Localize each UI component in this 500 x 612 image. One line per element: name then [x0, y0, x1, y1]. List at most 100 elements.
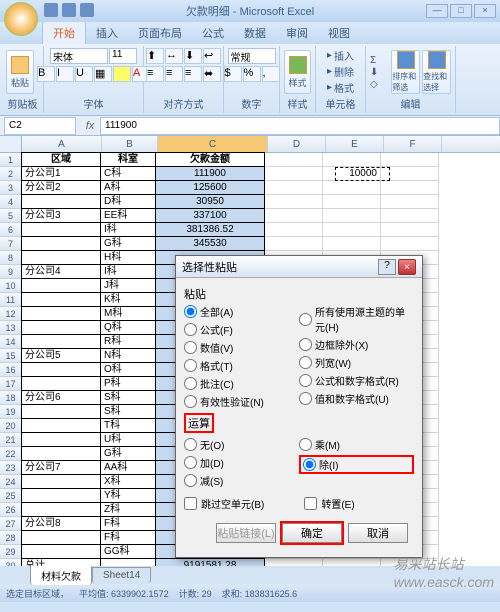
op-radio[interactable]: 减(S): [184, 473, 299, 488]
cell[interactable]: [323, 153, 381, 167]
sheet-tab-1[interactable]: 材料欠款: [30, 565, 92, 585]
paste-radio[interactable]: 数值(V): [184, 340, 299, 355]
col-header-e[interactable]: E: [326, 136, 384, 152]
cell[interactable]: 总计: [21, 558, 101, 566]
row-header[interactable]: 9: [0, 265, 22, 279]
row-header[interactable]: 7: [0, 237, 22, 251]
cell[interactable]: 分公司5: [21, 348, 101, 363]
row-header[interactable]: 6: [0, 223, 22, 237]
row-header[interactable]: 24: [0, 475, 22, 489]
cell[interactable]: Y科: [100, 488, 156, 503]
cell[interactable]: F科: [100, 530, 156, 545]
cell[interactable]: S科: [100, 404, 156, 419]
cell[interactable]: Z科: [100, 502, 156, 517]
cell[interactable]: I科: [100, 222, 156, 237]
row-header[interactable]: 30: [0, 559, 22, 566]
cell[interactable]: G科: [100, 236, 156, 251]
sum-button[interactable]: Σ: [370, 55, 389, 66]
row-header[interactable]: 10: [0, 279, 22, 293]
cancel-button[interactable]: 取消: [348, 523, 408, 543]
paste-radio[interactable]: 所有使用源主题的单元(H): [299, 304, 414, 334]
cell[interactable]: 分公司8: [21, 516, 101, 531]
col-header-d[interactable]: D: [268, 136, 326, 152]
cell[interactable]: [381, 223, 439, 237]
row-header[interactable]: 5: [0, 209, 22, 223]
cell[interactable]: 9191581.28: [155, 558, 265, 566]
row-header[interactable]: 11: [0, 293, 22, 307]
cell[interactable]: F科: [100, 516, 156, 531]
redo-icon[interactable]: [80, 3, 94, 17]
cell[interactable]: U科: [100, 432, 156, 447]
formula-input[interactable]: 111900: [100, 117, 500, 135]
row-header[interactable]: 19: [0, 405, 22, 419]
save-icon[interactable]: [44, 3, 58, 17]
align-left-button[interactable]: ≡: [146, 66, 164, 82]
cell[interactable]: P科: [100, 376, 156, 391]
align-mid-button[interactable]: ↔: [165, 48, 183, 64]
cell[interactable]: G科: [100, 446, 156, 461]
paste-radio[interactable]: 有效性验证(N): [184, 394, 299, 409]
office-button[interactable]: [4, 2, 38, 36]
paste-radio[interactable]: 公式(F): [184, 322, 299, 337]
row-header[interactable]: 22: [0, 447, 22, 461]
cell[interactable]: [265, 559, 323, 566]
align-right-button[interactable]: ≡: [184, 66, 202, 82]
transpose-checkbox[interactable]: 转置(E): [304, 496, 354, 511]
fill-down-button[interactable]: ⬇: [370, 67, 389, 78]
row-header[interactable]: 4: [0, 195, 22, 209]
wrap-button[interactable]: ↩: [203, 48, 221, 64]
cell[interactable]: 分公司7: [21, 460, 101, 475]
minimize-button[interactable]: —: [426, 4, 448, 18]
dialog-help-button[interactable]: ?: [378, 259, 396, 275]
cell[interactable]: A科: [100, 180, 156, 195]
tab-home[interactable]: 开始: [42, 21, 86, 44]
cell[interactable]: [21, 446, 101, 461]
row-header[interactable]: 14: [0, 335, 22, 349]
cell[interactable]: [21, 530, 101, 545]
cell[interactable]: 科室: [100, 152, 156, 167]
cell[interactable]: [323, 181, 381, 195]
dialog-close-button[interactable]: ×: [398, 259, 416, 275]
op-radio[interactable]: 加(D): [184, 455, 299, 470]
cell[interactable]: [265, 237, 323, 251]
cell[interactable]: [21, 306, 101, 321]
cell[interactable]: J科: [100, 278, 156, 293]
paste-link-button[interactable]: 粘贴链接(L): [216, 523, 276, 543]
row-header[interactable]: 17: [0, 377, 22, 391]
skip-blanks-checkbox[interactable]: 跳过空单元(B): [184, 496, 264, 511]
op-radio[interactable]: 乘(M): [299, 437, 414, 452]
cell[interactable]: [323, 195, 381, 209]
tab-insert[interactable]: 插入: [86, 22, 128, 44]
cell[interactable]: [21, 502, 101, 517]
cell[interactable]: D科: [100, 194, 156, 209]
cell[interactable]: 分公司2: [21, 180, 101, 195]
number-format-select[interactable]: 常规: [228, 48, 276, 64]
row-header[interactable]: 26: [0, 503, 22, 517]
cell[interactable]: T科: [100, 418, 156, 433]
cell[interactable]: [323, 237, 381, 251]
paste-radio[interactable]: 批注(C): [184, 376, 299, 391]
cell[interactable]: [323, 559, 381, 566]
cell[interactable]: H科: [100, 250, 156, 265]
col-header-c[interactable]: C: [158, 136, 268, 152]
cell[interactable]: 分公司3: [21, 208, 101, 223]
row-header[interactable]: 20: [0, 419, 22, 433]
paste-radio[interactable]: 格式(T): [184, 358, 299, 373]
cell[interactable]: EE科: [100, 208, 156, 223]
cell[interactable]: [381, 167, 439, 181]
italic-button[interactable]: I: [56, 66, 74, 82]
cell[interactable]: [21, 404, 101, 419]
cell[interactable]: [21, 418, 101, 433]
cell[interactable]: I科: [100, 264, 156, 279]
cell[interactable]: 分公司4: [21, 264, 101, 279]
sort-button[interactable]: 排序和筛选: [391, 50, 420, 94]
row-header[interactable]: 1: [0, 153, 22, 167]
cell[interactable]: R科: [100, 334, 156, 349]
comma-button[interactable]: ,: [262, 66, 280, 82]
select-all-corner[interactable]: [0, 136, 22, 152]
row-header[interactable]: 29: [0, 545, 22, 559]
cell[interactable]: M科: [100, 306, 156, 321]
fx-button[interactable]: fx: [80, 120, 100, 132]
cell[interactable]: [21, 362, 101, 377]
cell[interactable]: [100, 558, 156, 566]
